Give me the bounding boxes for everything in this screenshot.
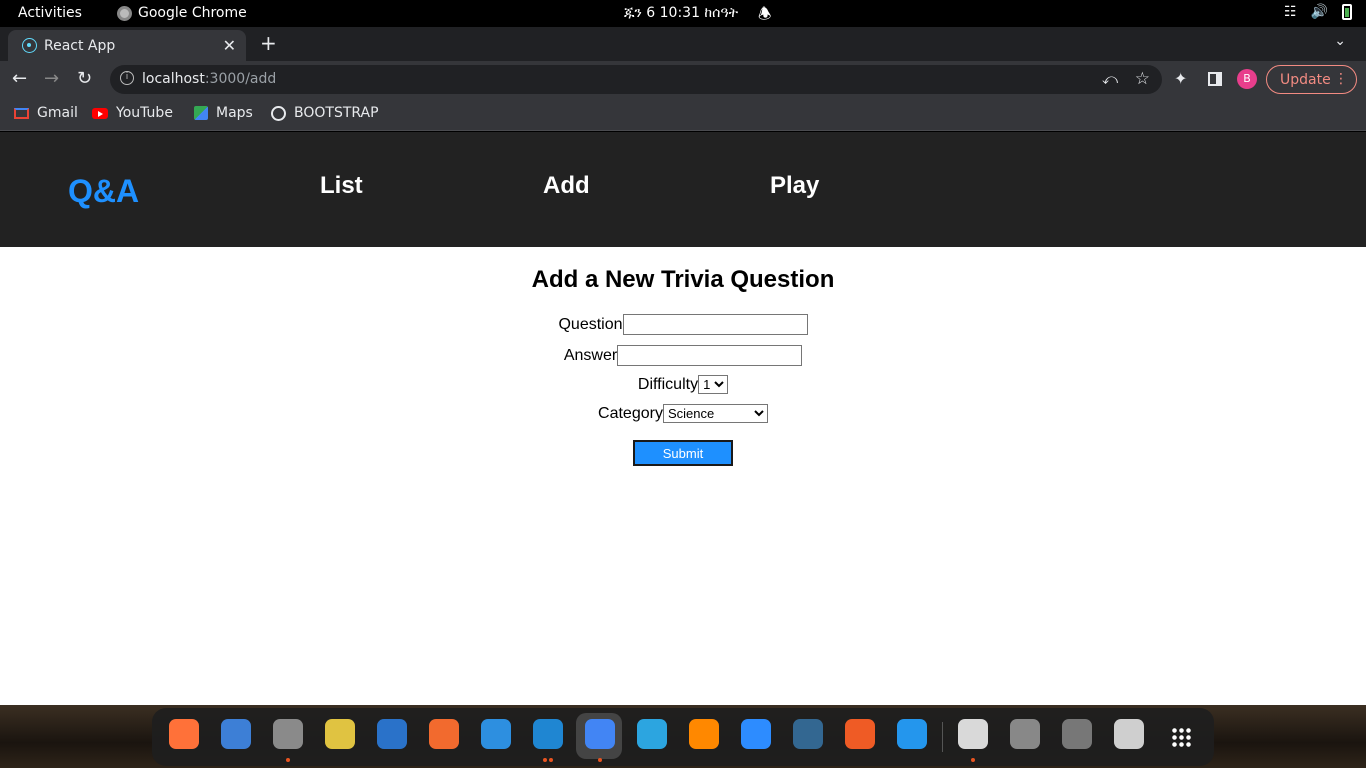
running-indicator	[543, 758, 547, 762]
question-input[interactable]	[622, 314, 808, 335]
document-viewer-icon[interactable]	[958, 719, 988, 749]
page-viewport: Q&A List Add Play Add a New Trivia Quest…	[0, 132, 1366, 705]
answer-input[interactable]	[617, 345, 803, 366]
browser-toolbar: ← → ↻ i localhost:3000/add ⤺ ☆ ✦ B Updat…	[0, 61, 1366, 98]
libreoffice-writer-icon[interactable]	[377, 719, 407, 749]
rhythmbox-icon[interactable]	[325, 719, 355, 749]
app-menu[interactable]: Google Chrome	[117, 5, 247, 21]
tab-strip: React App ✕ + ⌄	[0, 27, 1366, 61]
running-indicator	[286, 758, 290, 762]
firefox-icon[interactable]	[169, 719, 199, 749]
category-select[interactable]: Science	[662, 404, 768, 423]
side-panel-icon[interactable]	[1208, 72, 1222, 86]
show-apps-grid-icon[interactable]	[1171, 727, 1191, 747]
chrome-icon[interactable]	[585, 719, 615, 749]
usb-drive-icon[interactable]	[1062, 719, 1092, 749]
new-tab-button[interactable]: +	[260, 31, 277, 55]
network-icon: ☷	[1284, 4, 1297, 20]
nav-link-play[interactable]: Play	[770, 172, 819, 200]
answer-row: Answer	[0, 345, 1366, 366]
postman-icon[interactable]	[845, 719, 875, 749]
vscode-icon[interactable]	[533, 719, 563, 749]
youtube-icon	[92, 107, 108, 119]
update-button-label: Update	[1280, 72, 1331, 88]
share-icon[interactable]: ⤺	[1102, 70, 1118, 88]
difficulty-row: Difficulty 1	[0, 375, 1366, 394]
bookmark-label: Maps	[216, 105, 253, 121]
page-title: Add a New Trivia Question	[531, 266, 835, 293]
tab-title: React App	[44, 38, 116, 54]
category-row: Category Science	[0, 404, 1366, 423]
system-tray[interactable]: ☷ 🔊	[1284, 4, 1352, 20]
notification-bell-icon[interactable]: 🕭	[758, 4, 771, 29]
forward-arrow-icon[interactable]: →	[44, 68, 59, 89]
update-button[interactable]: Update ⋮	[1266, 65, 1357, 94]
question-label: Question	[558, 315, 623, 333]
vlc-icon[interactable]	[689, 719, 719, 749]
postgresql-icon[interactable]	[793, 719, 823, 749]
category-label: Category	[598, 404, 663, 422]
globe-icon	[271, 105, 286, 121]
desktop-background	[0, 705, 1366, 768]
question-row: Question	[0, 314, 1366, 335]
app-menu-label: Google Chrome	[138, 5, 247, 21]
running-indicator	[598, 758, 602, 762]
reload-icon[interactable]: ↻	[77, 68, 92, 89]
difficulty-label: Difficulty	[637, 375, 699, 393]
submit-button[interactable]: Submit	[633, 440, 733, 466]
tab-react-app[interactable]: React App ✕	[8, 30, 246, 61]
system-top-bar: Activities Google Chrome ጁን 6 10:31 ከሰዓት…	[0, 0, 1366, 27]
chrome-icon	[117, 5, 132, 21]
bookmark-label: BOOTSTRAP	[294, 105, 379, 121]
chevron-down-icon[interactable]: ⌄	[1334, 33, 1346, 49]
brand-logo[interactable]: Q&A	[68, 173, 139, 210]
gmail-icon	[14, 107, 29, 119]
bookmarks-bar: Gmail YouTube Maps BOOTSTRAP	[0, 98, 1366, 131]
profile-avatar[interactable]: B	[1237, 69, 1257, 89]
bookmark-star-icon[interactable]: ☆	[1135, 69, 1150, 89]
volume-icon: 🔊	[1310, 4, 1328, 20]
difficulty-select[interactable]: 1	[698, 375, 729, 394]
telegram-icon[interactable]	[637, 719, 667, 749]
docker-icon[interactable]	[897, 719, 927, 749]
bookmark-maps[interactable]: Maps	[194, 105, 253, 121]
nav-link-add[interactable]: Add	[543, 172, 590, 200]
maps-icon	[194, 106, 208, 120]
activities-button[interactable]: Activities	[18, 5, 82, 21]
back-arrow-icon[interactable]: ←	[12, 68, 27, 89]
nav-link-list[interactable]: List	[320, 172, 363, 200]
dock-separator	[942, 722, 943, 752]
running-indicator	[549, 758, 553, 762]
battery-icon	[1342, 4, 1352, 20]
bookmark-youtube[interactable]: YouTube	[92, 105, 173, 121]
app-navbar: Q&A List Add Play	[0, 132, 1366, 247]
close-icon[interactable]: ✕	[223, 36, 236, 55]
bookmark-bootstrap[interactable]: BOOTSTRAP	[271, 105, 379, 121]
react-favicon-icon	[22, 38, 37, 53]
info-icon[interactable]: i	[120, 71, 134, 85]
help-icon[interactable]	[481, 719, 511, 749]
extensions-puzzle-icon[interactable]: ✦	[1174, 69, 1187, 88]
running-indicator	[971, 758, 975, 762]
files-icon[interactable]	[273, 719, 303, 749]
zoom-icon[interactable]	[741, 719, 771, 749]
software-center-icon[interactable]	[429, 719, 459, 749]
disk-icon[interactable]	[1010, 719, 1040, 749]
more-vert-icon: ⋮	[1334, 71, 1348, 87]
address-bar[interactable]: i localhost:3000/add ⤺ ☆	[110, 65, 1162, 94]
trash-icon[interactable]	[1114, 719, 1144, 749]
answer-label: Answer	[563, 346, 618, 364]
system-clock[interactable]: ጁን 6 10:31 ከሰዓት	[624, 5, 738, 21]
url-text[interactable]: localhost:3000/add	[142, 71, 276, 87]
thunderbird-icon[interactable]	[221, 719, 251, 749]
bookmark-label: Gmail	[37, 105, 78, 121]
bookmark-gmail[interactable]: Gmail	[14, 105, 78, 121]
bookmark-label: YouTube	[116, 105, 173, 121]
dock	[152, 708, 1214, 766]
